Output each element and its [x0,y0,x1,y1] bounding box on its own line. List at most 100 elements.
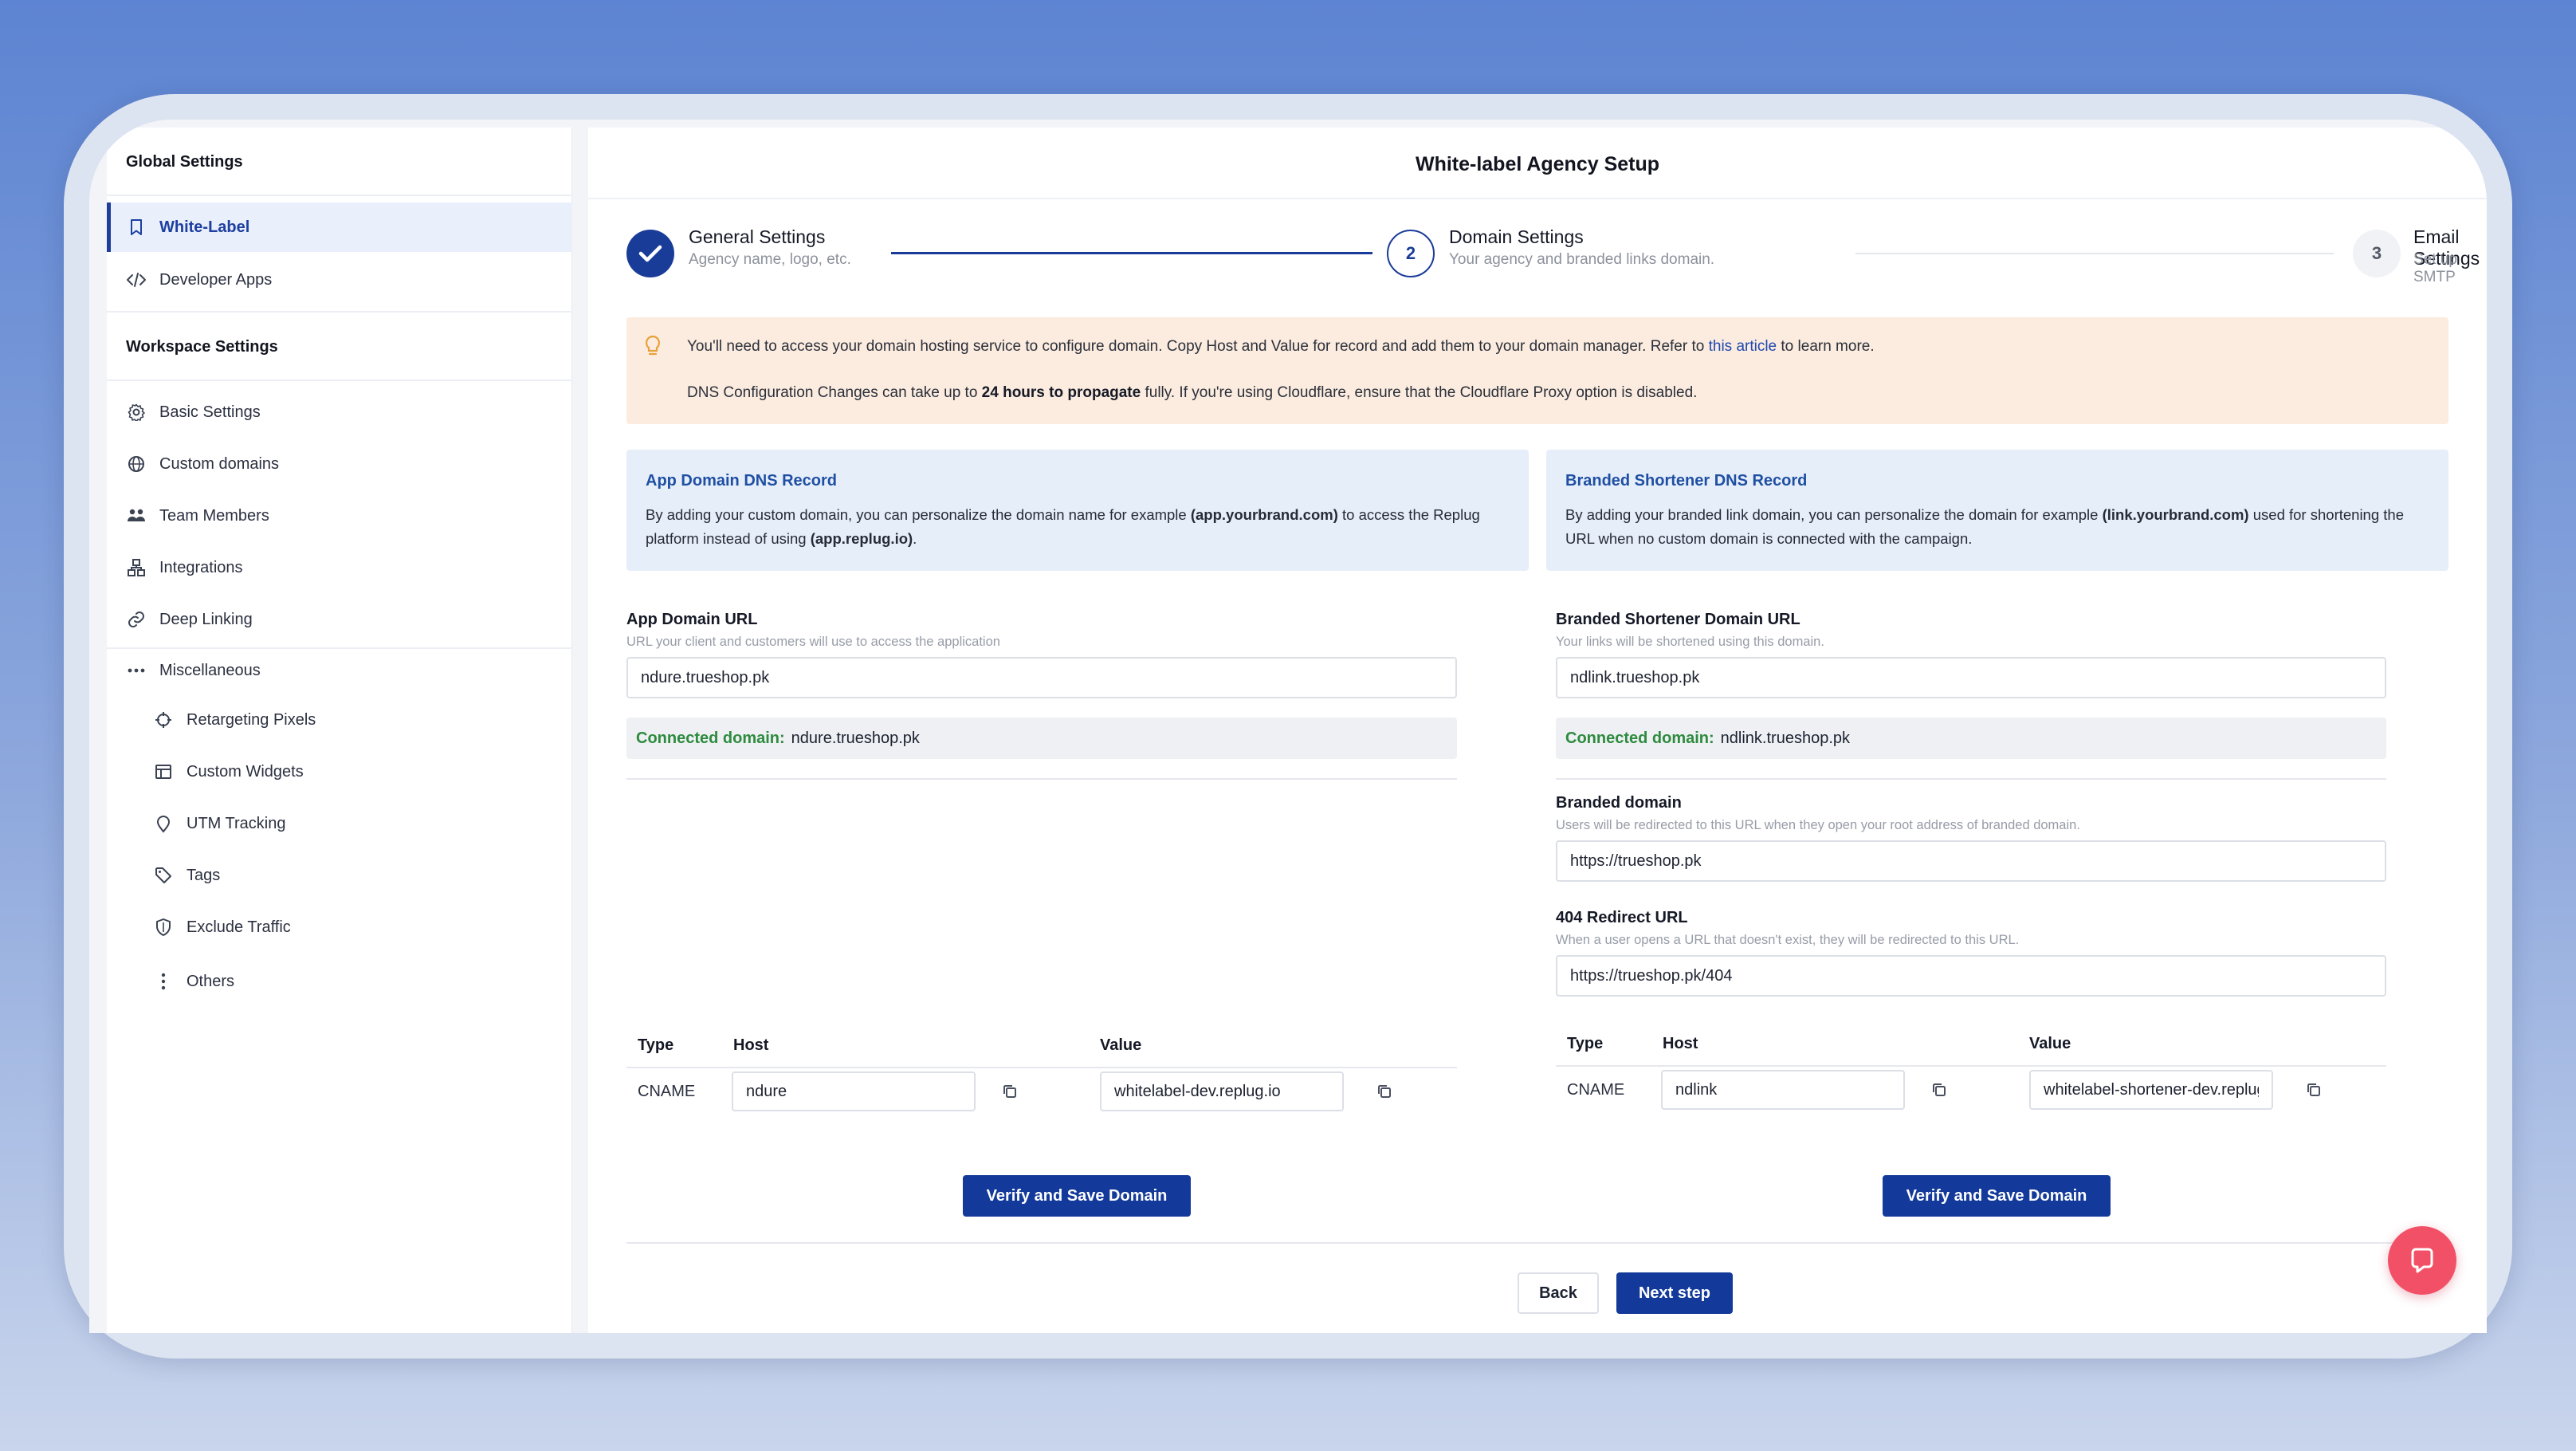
back-button[interactable]: Back [1518,1272,1599,1314]
sidebar-item-label: Deep Linking [159,610,253,628]
step-1-title: General Settings [689,226,826,247]
table-header-value: Value [1100,1036,1142,1054]
settings-sidebar: Global Settings White-Label Developer Ap… [107,128,572,1333]
next-step-button[interactable]: Next step [1616,1272,1733,1314]
sidebar-item-label: Basic Settings [159,403,261,421]
sidebar-item-custom-widgets[interactable]: Custom Widgets [107,747,572,796]
divider [626,1067,1457,1068]
sidebar-item-label: Miscellaneous [159,661,261,679]
copy-icon [1933,1083,1946,1096]
alert-text: You'll need to access your domain hostin… [687,338,1709,355]
sidebar-item-integrations[interactable]: Integrations [107,543,572,592]
branded-domain-url-input[interactable] [1556,657,2386,698]
verify-app-domain-button[interactable]: Verify and Save Domain [963,1175,1191,1217]
step-2-indicator[interactable]: 2 [1387,230,1435,277]
app-window: Global Settings White-Label Developer Ap… [89,120,2487,1333]
branded-domain-info: Branded Shortener DNS Record By adding y… [1546,450,2448,571]
sidebar-item-miscellaneous[interactable]: Miscellaneous [107,646,572,695]
global-settings-heading: Global Settings [126,153,243,171]
article-link[interactable]: this article [1709,338,1777,355]
connected-value: ndure.trueshop.pk [791,729,920,747]
chat-icon [2411,1248,2433,1273]
copy-icon [1378,1085,1391,1098]
table-header-type: Type [1567,1035,1604,1052]
app-domain-info-text: By adding your custom domain, you can pe… [646,503,1510,551]
copy-host-button[interactable] [998,1079,1022,1103]
step-3-indicator[interactable]: 3 [2353,230,2401,277]
sidebar-item-others[interactable]: Others [107,957,572,1006]
step-connector [1855,253,2334,254]
sidebar-item-label: Custom Widgets [187,762,304,781]
sidebar-item-label: Retargeting Pixels [187,710,316,729]
app-domain-url-hint: URL your client and customers will use t… [626,635,1000,649]
redirect-url-hint: When a user opens a URL that doesn't exi… [1556,933,2020,947]
sidebar-item-retargeting-pixels[interactable]: Retargeting Pixels [107,695,572,745]
info-emphasis: (app.yourbrand.com) [1190,506,1338,523]
alert-text: to learn more. [1777,338,1875,355]
support-chat-button[interactable] [2388,1226,2456,1295]
widget-icon [153,761,174,782]
branded-domain-info-title: Branded Shortener DNS Record [1565,472,1808,490]
sidebar-item-label: Team Members [159,506,269,525]
tag-icon [153,865,174,886]
team-icon [126,505,147,526]
redirect-url-input[interactable] [1556,955,2386,997]
branded-root-input[interactable] [1556,840,2386,882]
step-1-indicator[interactable] [626,230,674,277]
record-type: CNAME [1567,1081,1625,1099]
app-domain-url-input[interactable] [626,657,1457,698]
sidebar-item-exclude-traffic[interactable]: Exclude Traffic [107,902,572,952]
link-icon [126,609,147,630]
record-value-input[interactable] [1100,1072,1344,1111]
record-type: CNAME [638,1083,696,1100]
sidebar-item-label: White-Label [159,218,250,236]
sidebar-item-tags[interactable]: Tags [107,851,572,900]
sidebar-item-custom-domains[interactable]: Custom domains [107,439,572,489]
copy-icon [2307,1083,2320,1096]
copy-host-button[interactable] [1927,1078,1951,1102]
branded-root-label: Branded domain [1556,794,1682,812]
copy-icon [1003,1085,1016,1098]
branded-connected-domain: Connected domain: ndlink.trueshop.pk [1556,718,2386,759]
sidebar-item-developer-apps[interactable]: Developer Apps [107,255,572,305]
record-host-input[interactable] [732,1072,976,1111]
sidebar-item-white-label[interactable]: White-Label [107,203,572,252]
check-icon [638,245,662,262]
step-connector [891,252,1372,254]
sidebar-item-label: Others [187,972,235,990]
info-emphasis: (link.yourbrand.com) [2102,506,2249,523]
alert-line-1: You'll need to access your domain hostin… [687,338,1875,356]
app-domain-info: App Domain DNS Record By adding your cus… [626,450,1529,571]
branded-root-hint: Users will be redirected to this URL whe… [1556,818,2080,832]
info-text: By adding your custom domain, you can pe… [646,506,1191,523]
sidebar-item-label: Developer Apps [159,270,273,289]
divider [1556,778,2386,780]
sidebar-item-basic-settings[interactable]: Basic Settings [107,387,572,437]
table-header-type: Type [638,1036,674,1054]
lightbulb-icon [644,335,662,361]
record-value-input[interactable] [2029,1070,2273,1110]
table-header-host: Host [733,1036,769,1054]
sidebar-item-label: Custom domains [159,454,280,473]
divider [1556,1065,2386,1067]
verify-branded-domain-button[interactable]: Verify and Save Domain [1883,1175,2111,1217]
main-panel: White-label Agency Setup General Setting… [588,128,2487,1333]
copy-value-button[interactable] [2302,1078,2326,1102]
info-text: . [913,530,917,547]
sidebar-item-label: UTM Tracking [187,814,286,832]
sidebar-item-deep-linking[interactable]: Deep Linking [107,595,572,644]
shield-icon [153,917,174,938]
sidebar-item-utm-tracking[interactable]: UTM Tracking [107,799,572,848]
record-host-input[interactable] [1661,1070,1905,1110]
branded-domain-url-label: Branded Shortener Domain URL [1556,611,1800,628]
app-domain-url-label: App Domain URL [626,611,758,628]
branded-domain-url-hint: Your links will be shortened using this … [1556,635,1824,649]
alert-text: fully. If you're using Cloudflare, ensur… [1141,384,1698,401]
globe-icon [126,454,147,474]
more-horizontal-icon [126,660,147,681]
sidebar-item-team-members[interactable]: Team Members [107,491,572,541]
connected-label: Connected domain: [1565,729,1714,747]
copy-value-button[interactable] [1372,1079,1396,1103]
page-title: White-label Agency Setup [1415,153,1660,175]
more-vertical-icon [153,971,174,992]
